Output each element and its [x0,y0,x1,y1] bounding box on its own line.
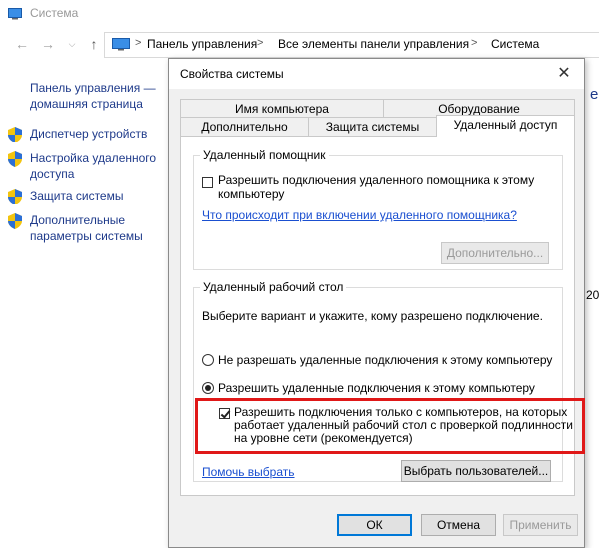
breadcrumb-separator-icon: > [135,37,142,49]
tab-advanced[interactable]: Дополнительно [180,117,309,136]
shield-icon [8,151,22,167]
deny-remote-radio[interactable] [202,354,214,366]
cancel-button[interactable]: Отмена [421,514,496,536]
breadcrumb-separator-icon: > [257,37,264,49]
remote-desktop-legend: Удаленный рабочий стол [200,280,347,294]
sidebar-home-link[interactable]: Панель управления — домашняя страница [30,80,165,112]
deny-remote-label: Не разрешать удаленные подключения к это… [218,353,553,367]
breadcrumb-separator-icon: > [471,37,478,49]
advanced-button[interactable]: Дополнительно... [441,242,549,264]
window-title-bar: Система [0,0,599,30]
tab-system-protection[interactable]: Защита системы [308,117,437,136]
sidebar-item-device-manager[interactable]: Диспетчер устройств [8,126,168,142]
tab-computer-name[interactable]: Имя компьютера [180,99,384,118]
recent-locations-chevron-icon[interactable]: ⌵ [62,34,82,54]
sidebar: Панель управления — домашняя страница Ди… [0,58,170,548]
dialog-title: Свойства системы [180,67,284,81]
system-properties-dialog: Свойства системы ✕ Имя компьютера Оборуд… [168,58,585,548]
address-bar[interactable]: > Панель управления > Все элементы панел… [104,32,599,58]
apply-button[interactable]: Применить [503,514,578,536]
tab-panel-remote: Удаленный помощник Разрешить подключения… [180,136,575,496]
sidebar-item-label: Дополнительные параметры системы [30,213,143,243]
navigation-bar: ← → ⌵ ↑ > Панель управления > Все элемен… [0,30,599,58]
breadcrumb-control-panel[interactable]: Панель управления [147,37,257,51]
allow-remote-assistance-checkbox[interactable] [202,177,213,188]
background-text-fragment: 20G [586,288,599,302]
breadcrumb-all-items[interactable]: Все элементы панели управления [278,37,469,51]
allow-remote-assistance-label-line1: Разрешить подключения удаленного помощни… [218,173,535,187]
remote-desktop-group: Удаленный рабочий стол Выберите вариант … [193,280,573,482]
back-arrow-icon[interactable]: ← [12,34,32,54]
nla-checkbox[interactable] [219,408,230,419]
remote-assistance-info-link[interactable]: Что происходит при включении удаленного … [202,208,517,222]
forward-arrow-icon[interactable]: → [38,34,58,54]
allow-remote-label: Разрешить удаленные подключения к этому … [218,381,535,395]
sidebar-item-label: Защита системы [30,189,124,203]
remote-assistance-legend: Удаленный помощник [200,148,329,162]
sidebar-item-label: Диспетчер устройств [30,127,148,141]
shield-icon [8,189,22,204]
tab-remote[interactable]: Удаленный доступ [436,115,575,137]
nla-label-line3: на уровне сети (рекомендуется) [234,431,413,445]
allow-remote-assistance-label-line2: компьютеру [218,187,285,201]
window-title: Система [30,6,79,20]
sidebar-item-label: Настройка удаленного доступа [30,151,157,181]
remote-desktop-intro: Выберите вариант и укажите, кому разреше… [202,309,543,323]
allow-remote-radio[interactable] [202,382,214,394]
background-heading-fragment: е [590,86,599,103]
sidebar-item-system-protection[interactable]: Защита системы [8,188,168,204]
select-users-button[interactable]: Выбрать пользователей... [401,460,551,482]
sidebar-item-remote-settings[interactable]: Настройка удаленного доступа [8,150,168,182]
ok-button[interactable]: ОК [337,514,412,536]
control-panel-icon [112,38,130,51]
dialog-title-bar: Свойства системы ✕ [169,59,584,89]
nla-label-line1: Разрешить подключения только с компьютер… [234,405,568,419]
breadcrumb-system[interactable]: Система [491,37,539,51]
sidebar-item-advanced-settings[interactable]: Дополнительные параметры системы [8,212,168,244]
remote-assistance-group: Удаленный помощник Разрешить подключения… [193,148,563,270]
help-me-choose-link[interactable]: Помочь выбрать [202,465,295,479]
close-icon[interactable]: ✕ [544,59,584,89]
shield-icon [8,127,22,142]
nla-label-line2: работает удаленный рабочий стол с провер… [234,418,573,432]
system-icon [8,8,22,20]
shield-icon [8,213,22,229]
up-arrow-icon[interactable]: ↑ [84,34,104,54]
